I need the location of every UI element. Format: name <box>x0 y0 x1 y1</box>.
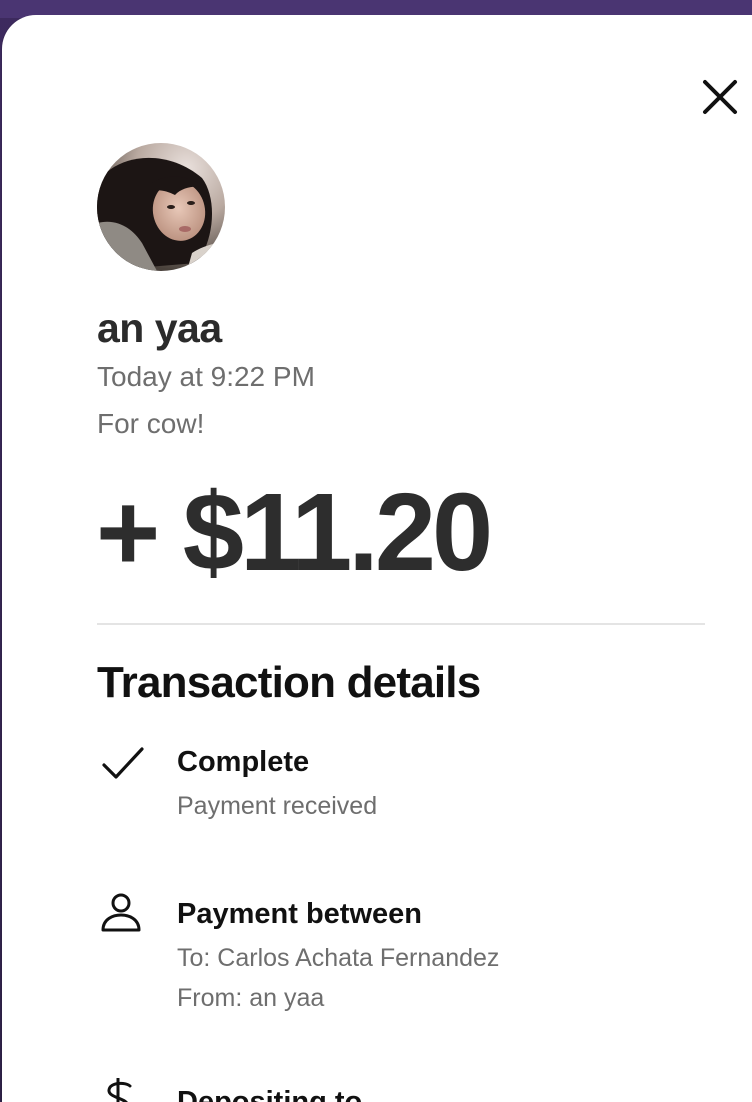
detail-sub-status: Payment received <box>177 792 378 820</box>
dollar-icon <box>104 1076 150 1102</box>
check-icon <box>100 743 146 789</box>
detail-sub-from: From: an yaa <box>177 984 325 1012</box>
sender-name: an yaa <box>97 305 222 351</box>
detail-title-deposit: Depositing to <box>177 1086 363 1102</box>
avatar-photo <box>97 143 225 271</box>
detail-sub-to: To: Carlos Achata Fernandez <box>177 944 500 972</box>
detail-title-parties: Payment between <box>177 898 422 930</box>
close-button[interactable] <box>698 75 742 119</box>
transaction-time: Today at 9:22 PM <box>97 361 315 392</box>
section-title: Transaction details <box>97 658 481 707</box>
divider <box>97 623 705 625</box>
payment-note: For cow! <box>97 408 205 439</box>
close-icon <box>703 80 737 114</box>
payment-amount: + $11.20 <box>96 471 493 594</box>
detail-title-status: Complete <box>177 746 310 778</box>
avatar <box>97 143 225 271</box>
person-icon <box>99 892 145 938</box>
